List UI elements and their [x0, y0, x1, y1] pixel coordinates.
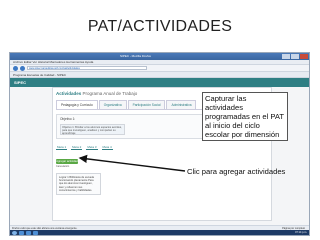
- slide: PAT/ACTIVIDADES SIPEC - Mozilla Firefox …: [0, 0, 320, 240]
- objective-text: Objetivo 1: Brindar a los alumnos espaci…: [60, 124, 125, 135]
- activity-card[interactable]: Lograr 1 Biblioteca de escuela funcionan…: [56, 173, 101, 195]
- maximize-icon[interactable]: [291, 54, 299, 59]
- taskbar-clock: 07:14 p.m.: [295, 231, 307, 234]
- firefox-icon[interactable]: [26, 230, 31, 235]
- site-logo[interactable]: SIPEC: [14, 80, 26, 85]
- meta-link-1[interactable]: Meta 1: [56, 145, 68, 150]
- window-controls: [282, 54, 308, 59]
- site-header: SIPEC: [10, 78, 309, 87]
- meta-link-4[interactable]: Meta 4: [101, 145, 113, 150]
- page-title: Actividades: [56, 91, 82, 96]
- taskbar: 07:14 p.m.: [10, 230, 309, 235]
- meta-link-3[interactable]: Meta 3: [86, 145, 98, 150]
- meta-link-2[interactable]: Meta 2: [71, 145, 83, 150]
- back-icon[interactable]: [13, 65, 18, 71]
- folder-icon[interactable]: [33, 230, 38, 235]
- page-subtitle: Programa Anual de Trabajo: [81, 91, 138, 96]
- start-icon[interactable]: [12, 230, 17, 235]
- callout-add-activities: Clic para agregar actividades: [187, 167, 286, 176]
- browser-screenshot: SIPEC - Mozilla Firefox Archivo Editar V…: [9, 52, 310, 236]
- tab-participacion-social[interactable]: Participación Social: [127, 100, 166, 109]
- add-activity-button[interactable]: Agregar actividad: [56, 159, 78, 164]
- tab-administrativa[interactable]: Administrativa: [166, 100, 197, 109]
- explorer-icon[interactable]: [19, 230, 24, 235]
- address-bar: www.sipec.tamaulipas.gob.mx/pat/activida…: [10, 65, 309, 72]
- tab-organizativa[interactable]: Organizativa: [98, 100, 127, 109]
- meta-links: Meta 1 Meta 2 Meta 3 Meta 4: [56, 145, 268, 150]
- tab-pedagogia[interactable]: Pedagogía y Currículo: [56, 100, 98, 109]
- window-title: SIPEC - Mozilla Firefox: [120, 54, 152, 58]
- window-titlebar: SIPEC - Mozilla Firefox: [10, 53, 309, 60]
- minimize-icon[interactable]: [282, 54, 290, 59]
- close-icon[interactable]: [300, 54, 308, 59]
- callout-capture-activities: Capturar las actividades programadas en …: [202, 92, 288, 141]
- forward-icon[interactable]: [20, 65, 25, 71]
- slide-title: PAT/ACTIVIDADES: [87, 18, 233, 35]
- url-input[interactable]: www.sipec.tamaulipas.gob.mx/pat/activida…: [27, 66, 147, 70]
